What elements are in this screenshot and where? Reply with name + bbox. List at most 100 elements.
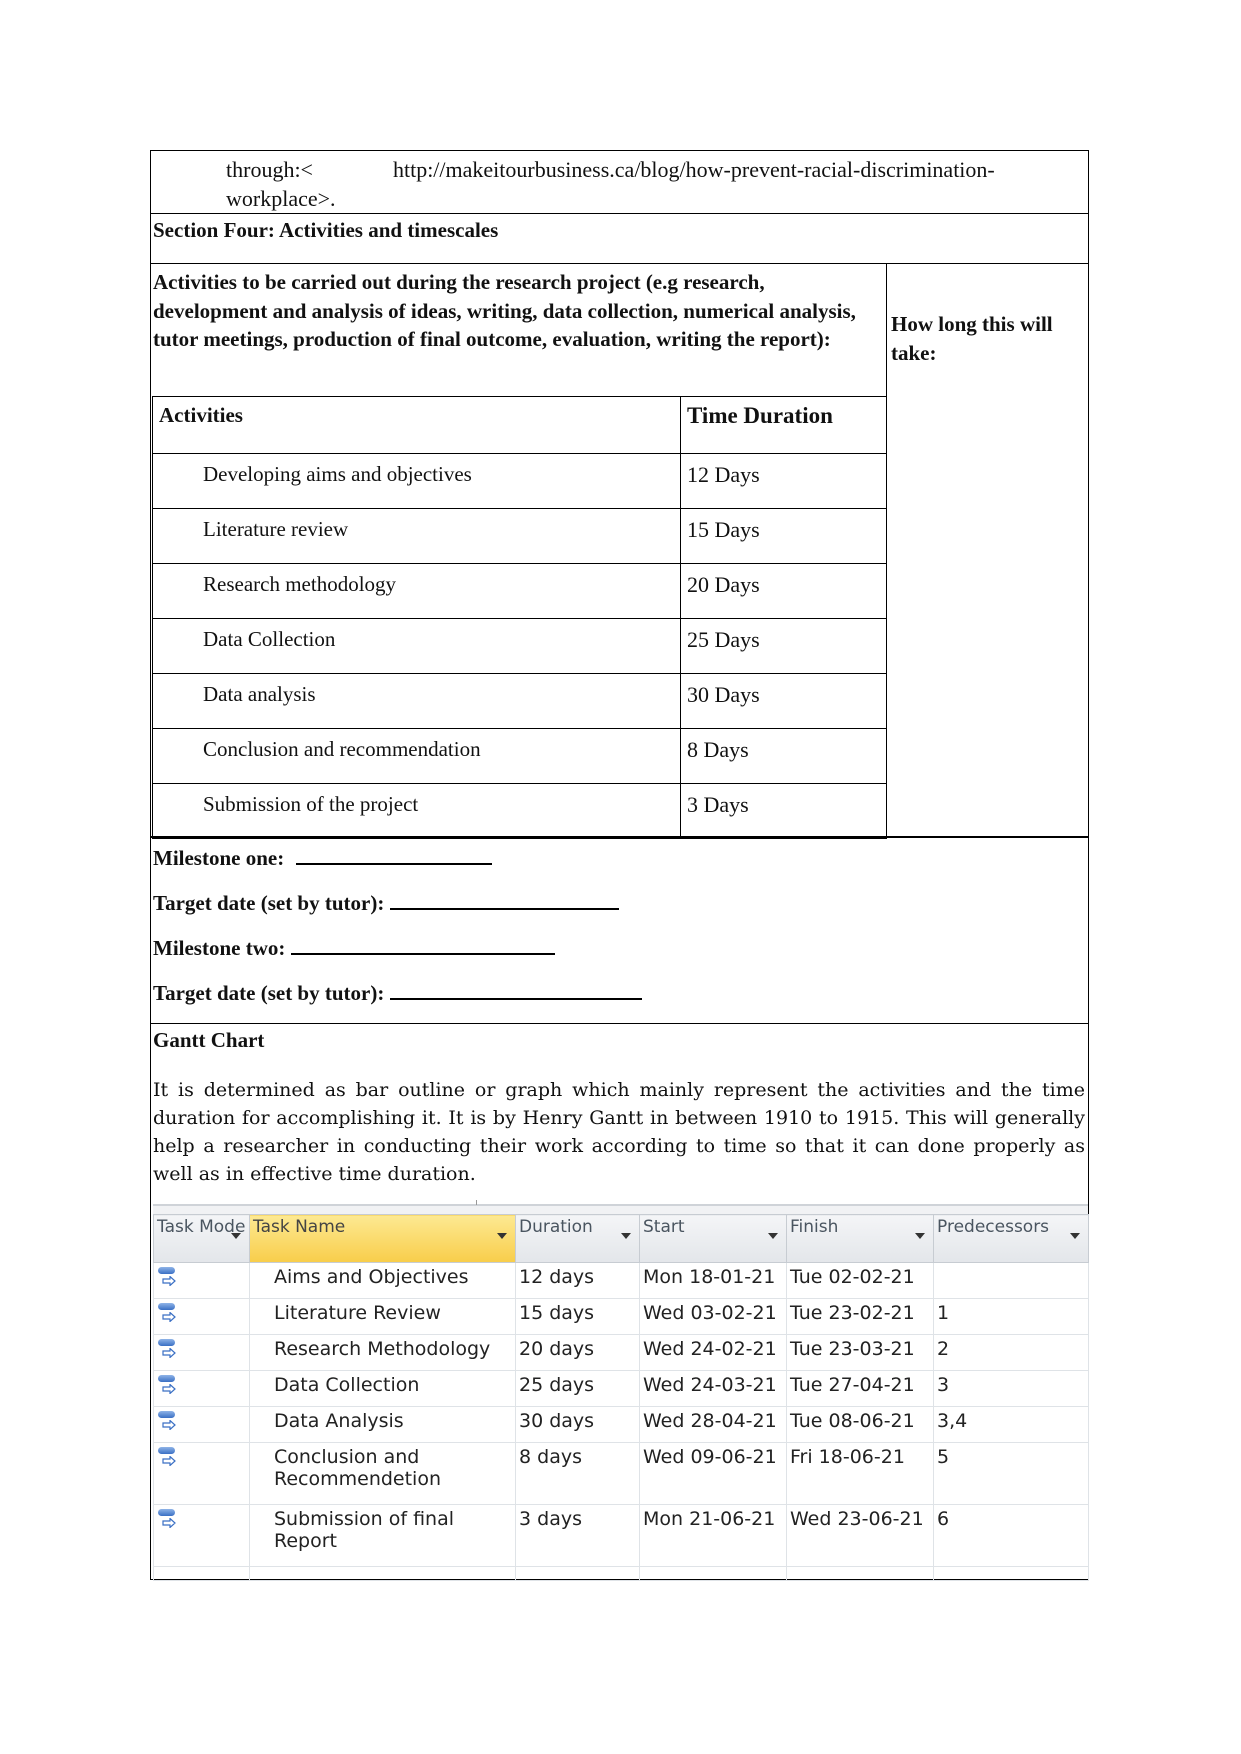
task-mode-cell (153, 1406, 250, 1443)
auto-scheduled-task-icon (157, 1508, 179, 1532)
gantt-description: It is determined as bar outline or graph… (153, 1079, 1085, 1185)
task-start-cell[interactable]: Wed 24-02-21 (639, 1334, 787, 1371)
task-finish-cell[interactable]: Fri 18-06-21 (786, 1442, 934, 1505)
milestone-one-field[interactable] (296, 843, 493, 865)
column-start[interactable]: Start (639, 1214, 787, 1263)
dropdown-arrow-icon[interactable] (915, 1233, 925, 1239)
task-start-cell[interactable]: Mon 18-01-21 (639, 1262, 787, 1299)
table-row: Data analysis 30 Days (152, 673, 887, 729)
gantt-task-row[interactable]: Research Methodology 20 days Wed 24-02-2… (153, 1334, 1089, 1371)
milestone-two-field[interactable] (291, 933, 556, 955)
task-start-cell[interactable]: Wed 03-02-21 (639, 1298, 787, 1335)
gantt-task-row[interactable]: Literature Review 15 days Wed 03-02-21 T… (153, 1298, 1089, 1335)
task-start-cell[interactable]: Wed 09-06-21 (639, 1442, 787, 1505)
dropdown-arrow-icon[interactable] (497, 1233, 507, 1239)
task-predecessors-cell[interactable]: 6 (933, 1504, 1089, 1567)
task-finish-cell[interactable]: Tue 27-04-21 (786, 1370, 934, 1407)
task-mode-cell (153, 1262, 250, 1299)
task-name-cell[interactable]: Conclusion and Recommendetion (249, 1442, 516, 1505)
reference-url[interactable]: http://makeitourbusiness.ca/blog/how-pre… (393, 157, 995, 182)
task-duration-cell[interactable]: 12 days (515, 1262, 640, 1299)
task-name-cell[interactable]: Aims and Objectives (249, 1262, 516, 1299)
target-date-one-label: Target date (set by tutor): (153, 891, 385, 915)
table-row: Research methodology 20 Days (152, 563, 887, 619)
target-date-two-field[interactable] (390, 978, 643, 1000)
activity-cell: Developing aims and objectives (152, 453, 681, 509)
gantt-task-row[interactable]: Data Analysis 30 days Wed 28-04-21 Tue 0… (153, 1406, 1089, 1443)
dropdown-arrow-icon[interactable] (621, 1233, 631, 1239)
task-predecessors-cell[interactable]: 5 (933, 1442, 1089, 1505)
column-duration[interactable]: Duration (515, 1214, 640, 1263)
task-predecessors-cell[interactable]: 2 (933, 1334, 1089, 1371)
task-predecessors-cell[interactable] (933, 1262, 1089, 1299)
dropdown-arrow-icon[interactable] (768, 1233, 778, 1239)
reference-citation: through:< http://makeitourbusiness.ca/blo… (151, 151, 1088, 214)
activities-table-header: Activities Time Duration (152, 396, 887, 454)
activity-cell: Data Collection (152, 618, 681, 674)
gantt-task-row[interactable]: Aims and Objectives 12 days Mon 18-01-21… (153, 1262, 1089, 1299)
task-mode-cell (153, 1504, 250, 1567)
column-finish[interactable]: Finish (786, 1214, 934, 1263)
empty-cell[interactable] (249, 1566, 516, 1581)
empty-cell[interactable] (639, 1566, 787, 1581)
gantt-task-row[interactable]: Submission of final Report 3 days Mon 21… (153, 1504, 1089, 1567)
task-duration-cell[interactable]: 3 days (515, 1504, 640, 1567)
task-finish-cell[interactable]: Tue 02-02-21 (786, 1262, 934, 1299)
empty-cell[interactable] (153, 1566, 250, 1581)
task-name-cell[interactable]: Data Collection (249, 1370, 516, 1407)
dropdown-arrow-icon[interactable] (231, 1233, 241, 1239)
duration-cell: 12 Days (680, 453, 887, 509)
task-predecessors-cell[interactable]: 3,4 (933, 1406, 1089, 1443)
activities-intro: Activities to be carried out during the … (153, 270, 856, 351)
task-mode-cell (153, 1370, 250, 1407)
column-task-mode[interactable]: Task Mode (153, 1214, 250, 1263)
how-long-label: How long this will take: (891, 312, 1053, 365)
task-duration-cell[interactable]: 30 days (515, 1406, 640, 1443)
table-row: Submission of the project 3 Days (152, 783, 887, 839)
duration-cell: 20 Days (680, 563, 887, 619)
duration-cell: 15 Days (680, 508, 887, 564)
section-title: Section Four: Activities and timescales (151, 214, 1088, 264)
column-task-name[interactable]: Task Name (249, 1214, 516, 1263)
activities-table: Activities Time Duration Developing aims… (152, 396, 887, 839)
document-form-box: through:< http://makeitourbusiness.ca/blo… (150, 150, 1089, 1581)
gantt-table-header: Task Mode Task Name Duration Start Finis… (153, 1214, 1089, 1263)
task-finish-cell[interactable]: Tue 23-02-21 (786, 1298, 934, 1335)
auto-scheduled-task-icon (157, 1338, 179, 1362)
reference-suffix: workplace>. (226, 186, 336, 211)
activities-section: Activities to be carried out during the … (151, 264, 1088, 839)
activity-cell: Data analysis (152, 673, 681, 729)
task-finish-cell[interactable]: Tue 23-03-21 (786, 1334, 934, 1371)
task-duration-cell[interactable]: 25 days (515, 1370, 640, 1407)
task-duration-cell[interactable]: 15 days (515, 1298, 640, 1335)
task-duration-cell[interactable]: 20 days (515, 1334, 640, 1371)
gantt-task-row[interactable]: Conclusion and Recommendetion 8 days Wed… (153, 1442, 1089, 1505)
task-predecessors-cell[interactable]: 3 (933, 1370, 1089, 1407)
milestone-two-label: Milestone two: (153, 936, 286, 960)
gantt-empty-row[interactable] (153, 1566, 1089, 1581)
empty-cell[interactable] (786, 1566, 934, 1581)
task-duration-cell[interactable]: 8 days (515, 1442, 640, 1505)
task-finish-cell[interactable]: Wed 23-06-21 (786, 1504, 934, 1567)
task-mode-cell (153, 1298, 250, 1335)
task-finish-cell[interactable]: Tue 08-06-21 (786, 1406, 934, 1443)
task-predecessors-cell[interactable]: 1 (933, 1298, 1089, 1335)
task-start-cell[interactable]: Mon 21-06-21 (639, 1504, 787, 1567)
task-start-cell[interactable]: Wed 24-03-21 (639, 1370, 787, 1407)
auto-scheduled-task-icon (157, 1302, 179, 1326)
task-name-cell[interactable]: Submission of final Report (249, 1504, 516, 1567)
task-name-cell[interactable]: Data Analysis (249, 1406, 516, 1443)
gantt-task-table: Task Mode Task Name Duration Start Finis… (153, 1214, 1089, 1581)
empty-cell[interactable] (933, 1566, 1089, 1581)
task-start-cell[interactable]: Wed 28-04-21 (639, 1406, 787, 1443)
gantt-task-row[interactable]: Data Collection 25 days Wed 24-03-21 Tue… (153, 1370, 1089, 1407)
dropdown-arrow-icon[interactable] (1070, 1233, 1080, 1239)
empty-cell[interactable] (515, 1566, 640, 1581)
table-row: Data Collection 25 Days (152, 618, 887, 674)
target-date-one-field[interactable] (390, 888, 620, 910)
column-predecessors[interactable]: Predecessors (933, 1214, 1089, 1263)
target-date-two: Target date (set by tutor): (153, 973, 1086, 1018)
task-name-cell[interactable]: Literature Review (249, 1298, 516, 1335)
auto-scheduled-task-icon (157, 1446, 179, 1470)
task-name-cell[interactable]: Research Methodology (249, 1334, 516, 1371)
